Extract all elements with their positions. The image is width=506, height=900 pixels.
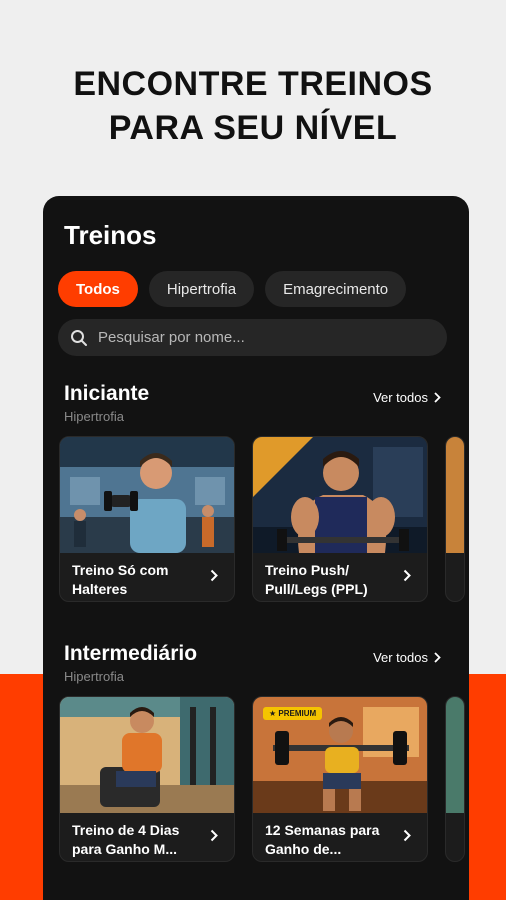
section-subtitle: Hipertrofia xyxy=(64,409,124,424)
workout-card-partial[interactable] xyxy=(445,696,465,862)
chevron-right-icon xyxy=(403,569,411,582)
card-illustration xyxy=(446,437,464,553)
search-input[interactable]: Pesquisar por nome... xyxy=(58,319,447,356)
chevron-right-icon xyxy=(434,392,441,403)
filter-chip-emagrecimento[interactable]: Emagrecimento xyxy=(265,271,407,307)
chevron-right-icon xyxy=(210,829,218,842)
squat-barbell-illustration: ★ PREMIUM xyxy=(253,697,427,813)
card-title: Treino Só com Halteres xyxy=(72,562,169,597)
premium-badge: ★ PREMIUM xyxy=(263,707,323,720)
card-carousel: Treino Só com Halteres Treino Push/ Pull… xyxy=(59,436,465,602)
gym-dumbbell-curl-illustration xyxy=(60,437,234,553)
see-all-link[interactable]: Ver todos xyxy=(373,650,441,665)
see-all-label: Ver todos xyxy=(373,650,428,665)
chevron-right-icon xyxy=(434,652,441,663)
page-title: Treinos xyxy=(64,220,157,250)
filter-chip-hipertrofia[interactable]: Hipertrofia xyxy=(148,271,255,307)
section-title: Iniciante xyxy=(64,382,150,405)
filter-chip-todos[interactable]: Todos xyxy=(58,271,138,307)
card-carousel: Treino de 4 Dias para Ganho M... ★ PREMI… xyxy=(59,696,465,862)
workout-card-partial[interactable] xyxy=(445,436,465,602)
workout-card[interactable]: ★ PREMIUM 12 Semanas para Ganho de... xyxy=(252,696,428,862)
search-icon xyxy=(71,329,87,346)
section-subtitle: Hipertrofia xyxy=(64,669,124,684)
bodybuilder-curl-illustration xyxy=(253,437,427,553)
chevron-right-icon xyxy=(210,569,218,582)
card-title: 12 Semanas para Ganho de... xyxy=(265,822,380,857)
workout-card[interactable]: Treino Push/ Pull/Legs (PPL) xyxy=(252,436,428,602)
workout-card[interactable]: Treino Só com Halteres xyxy=(59,436,235,602)
workout-card[interactable]: Treino de 4 Dias para Ganho M... xyxy=(59,696,235,862)
filter-chips: Todos Hipertrofia Emagrecimento xyxy=(58,271,407,307)
headline-line-2: PARA SEU NÍVEL xyxy=(108,109,398,147)
promo-headline: ENCONTRE TREINOS PARA SEU NÍVEL xyxy=(0,62,506,150)
see-all-label: Ver todos xyxy=(373,390,428,405)
card-illustration xyxy=(446,697,464,813)
app-screen: Treinos Todos Hipertrofia Emagrecimento … xyxy=(43,196,469,900)
card-title: Treino de 4 Dias para Ganho M... xyxy=(72,822,180,857)
see-all-link[interactable]: Ver todos xyxy=(373,390,441,405)
search-placeholder: Pesquisar por nome... xyxy=(98,329,245,346)
headline-line-1: ENCONTRE TREINOS xyxy=(73,65,433,103)
section-title: Intermediário xyxy=(64,642,198,665)
card-title: Treino Push/ Pull/Legs (PPL) xyxy=(265,562,368,597)
gym-machine-illustration xyxy=(60,697,234,813)
chevron-right-icon xyxy=(403,829,411,842)
